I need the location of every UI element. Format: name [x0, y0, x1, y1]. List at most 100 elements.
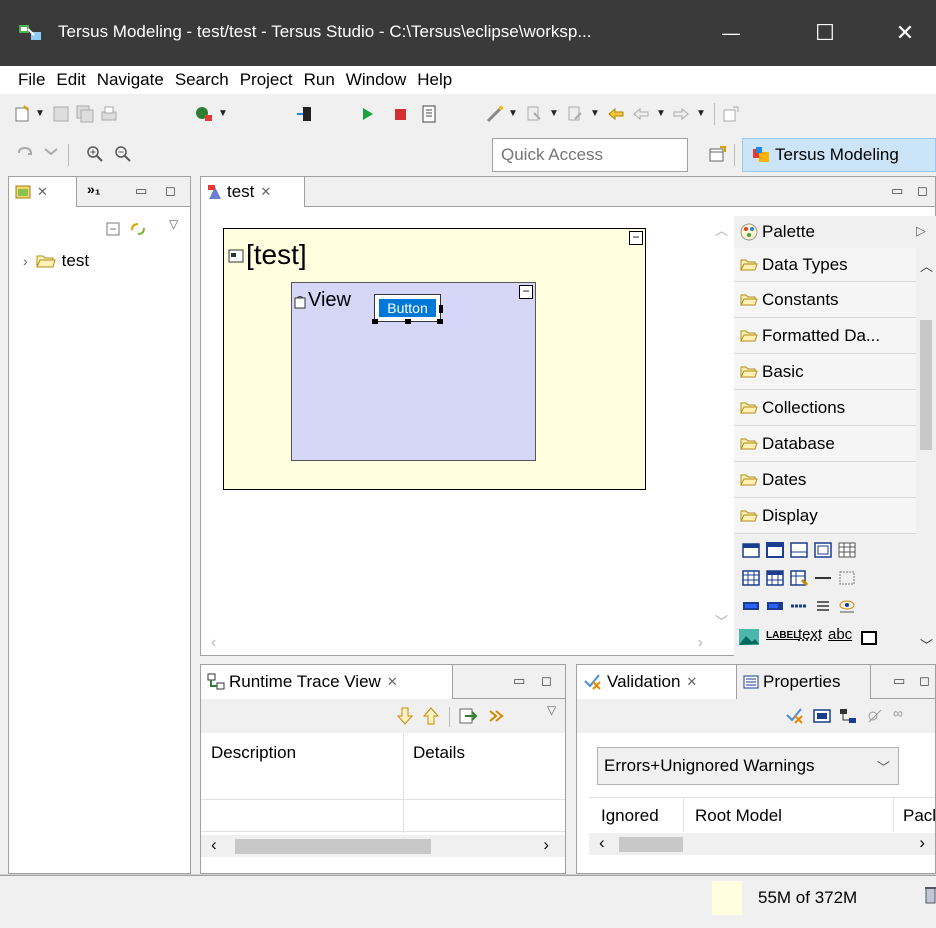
table-edit-tool-icon[interactable]: [790, 570, 808, 586]
open-perspective-icon[interactable]: [708, 146, 726, 164]
label-tool[interactable]: LABEL: [766, 630, 799, 641]
close-tab-icon[interactable]: ✕: [686, 674, 697, 690]
minimize-panel-icon[interactable]: ▭: [135, 183, 147, 199]
image-tool-icon[interactable]: [738, 628, 760, 646]
garbage-collect-icon[interactable]: [924, 885, 936, 905]
minimize-button[interactable]: —: [696, 0, 766, 66]
minimize-panel-icon[interactable]: ▭: [893, 673, 905, 689]
drawer-display[interactable]: Display: [734, 498, 916, 534]
load-trace-icon[interactable]: [459, 707, 477, 725]
run-icon[interactable]: [358, 105, 376, 123]
editor-vertical-scrollbar[interactable]: ︿ ﹀: [712, 216, 732, 634]
grid-tool-icon[interactable]: [838, 542, 856, 558]
drawer-formatted-data[interactable]: Formatted Da...: [734, 318, 916, 354]
close-tab-icon[interactable]: ✕: [387, 674, 398, 690]
save-all-icon[interactable]: [76, 105, 94, 123]
tab-runtime-trace[interactable]: Runtime Trace View ✕: [201, 665, 453, 699]
resize-handle[interactable]: [405, 319, 411, 324]
text-tool[interactable]: text: [798, 626, 822, 643]
print-icon[interactable]: [100, 105, 118, 123]
run-server-icon[interactable]: [195, 105, 213, 123]
wand-icon[interactable]: [486, 105, 504, 123]
close-button[interactable]: ✕: [870, 0, 936, 66]
validation-horizontal-scrollbar[interactable]: ‹ ›: [589, 833, 935, 855]
menu-run[interactable]: Run: [304, 70, 335, 90]
menu-navigate[interactable]: Navigate: [97, 70, 164, 90]
table-tool-icon[interactable]: [742, 570, 760, 586]
validation-scroll-thumb[interactable]: [619, 837, 683, 852]
back-icon[interactable]: [632, 105, 650, 123]
collapse-all-icon[interactable]: [105, 221, 121, 237]
next-annotation-icon[interactable]: [525, 105, 543, 123]
palette-scrollbar[interactable]: ︿ ﹀: [916, 248, 936, 656]
calendar-tool-icon[interactable]: [742, 542, 760, 558]
pane-tool-icon[interactable]: [814, 542, 832, 558]
menu-edit[interactable]: Edit: [56, 70, 85, 90]
deploy-icon[interactable]: [296, 105, 314, 123]
save-icon[interactable]: [52, 105, 70, 123]
view-menu-icon[interactable]: ▽: [169, 217, 178, 231]
quick-access-input[interactable]: [492, 138, 688, 172]
frame-tool-icon[interactable]: [860, 630, 878, 646]
separator-tool-icon[interactable]: [814, 570, 832, 586]
data-table-tool-icon[interactable]: [766, 570, 784, 586]
last-edit-icon[interactable]: [607, 105, 625, 123]
drawer-database[interactable]: Database: [734, 426, 916, 462]
show-ignored-icon[interactable]: ∞: [893, 705, 903, 721]
column-header-package[interactable]: Pacl: [903, 806, 936, 826]
maximize-panel-icon[interactable]: ◻: [917, 183, 928, 199]
minimize-panel-icon[interactable]: ▭: [891, 183, 903, 199]
open-perspective-small-icon[interactable]: [722, 105, 740, 123]
menu-window[interactable]: Window: [346, 70, 406, 90]
maximize-panel-icon[interactable]: ◻: [541, 673, 552, 689]
validate-icon[interactable]: [785, 707, 805, 725]
column-header-description[interactable]: Description: [211, 743, 296, 763]
column-header-details[interactable]: Details: [413, 743, 465, 763]
ignore-icon[interactable]: [867, 708, 885, 724]
viewer-tool-icon[interactable]: [838, 598, 856, 614]
drawer-constants[interactable]: Constants: [734, 282, 916, 318]
editor-horizontal-scrollbar[interactable]: ‹ ›: [201, 634, 733, 654]
resize-handle[interactable]: [372, 319, 378, 324]
arrow-up-icon[interactable]: [423, 707, 439, 725]
line-tool-icon[interactable]: [790, 598, 808, 614]
menu-help[interactable]: Help: [417, 70, 452, 90]
tab-repository-explorer[interactable]: ✕: [9, 177, 77, 207]
drawer-basic[interactable]: Basic: [734, 354, 916, 390]
button-element[interactable]: Button: [372, 294, 443, 324]
resize-handle[interactable]: [437, 319, 443, 324]
heap-status[interactable]: 55M of 372M: [744, 881, 922, 915]
hierarchy-icon[interactable]: [839, 708, 857, 724]
collapse-view-button[interactable]: −: [519, 285, 533, 299]
view-menu-icon[interactable]: ▽: [547, 703, 556, 717]
stop-icon[interactable]: [391, 105, 409, 123]
step-trace-icon[interactable]: [487, 707, 505, 725]
menu-file[interactable]: File: [18, 70, 45, 90]
empty-box-tool-icon[interactable]: [838, 570, 856, 586]
console-icon[interactable]: [420, 105, 438, 123]
resize-handle[interactable]: [439, 305, 443, 313]
drawer-data-types[interactable]: Data Types: [734, 248, 916, 282]
palette-collapse-icon[interactable]: ▷: [916, 223, 926, 239]
drawer-dates[interactable]: Dates: [734, 462, 916, 498]
tree-item-test[interactable]: › test: [23, 251, 89, 271]
trace-scroll-thumb[interactable]: [235, 839, 431, 854]
forward-icon[interactable]: [672, 105, 690, 123]
maximize-panel-icon[interactable]: ◻: [919, 673, 930, 689]
window-tool-icon[interactable]: [766, 542, 784, 558]
redo-nav-icon[interactable]: [42, 145, 60, 163]
minimize-panel-icon[interactable]: ▭: [513, 673, 525, 689]
list-tool-icon[interactable]: [814, 598, 832, 614]
menu-project[interactable]: Project: [240, 70, 293, 90]
link-with-editor-icon[interactable]: [129, 220, 147, 238]
trace-horizontal-scrollbar[interactable]: ‹ ›: [201, 835, 565, 857]
abc-tool[interactable]: abc: [828, 626, 852, 643]
tab-test-editor[interactable]: test ✕: [201, 177, 305, 207]
close-tab-icon[interactable]: ✕: [37, 184, 48, 200]
maximize-panel-icon[interactable]: ◻: [165, 183, 176, 199]
dialog-tool-icon[interactable]: [790, 542, 808, 558]
palette-scroll-thumb[interactable]: [920, 320, 932, 450]
maximize-button[interactable]: ☐: [790, 0, 860, 66]
filter-icon[interactable]: [813, 709, 831, 723]
column-header-ignored[interactable]: Ignored: [601, 806, 659, 826]
